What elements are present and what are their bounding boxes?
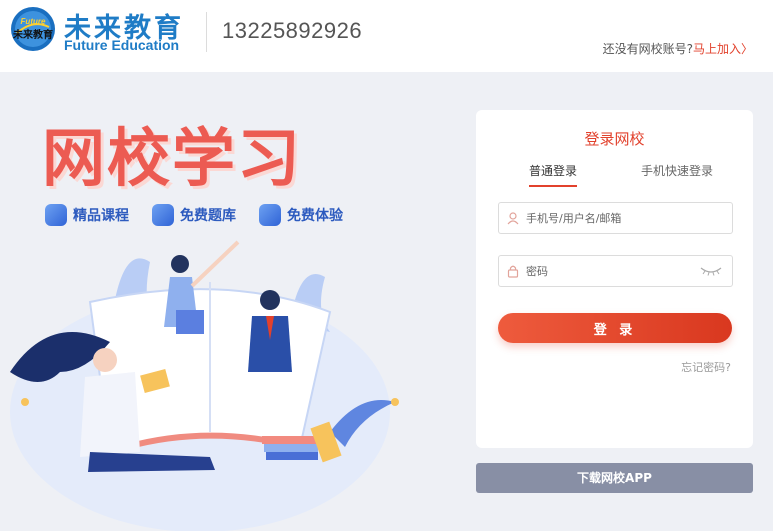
video-icon <box>45 204 67 226</box>
tab-phone-quick-login[interactable]: 手机快速登录 <box>641 162 713 179</box>
tab-normal-login[interactable]: 普通登录 <box>529 162 578 187</box>
username-input[interactable] <box>526 211 696 225</box>
feature-free-trial: 免费体验 <box>259 204 343 226</box>
future-education-logo-badge[interactable]: Future 未来教育 <box>8 5 58 53</box>
hero-title: 网校学习 <box>42 122 302 195</box>
logo-english-name[interactable]: Future Education <box>64 37 179 53</box>
forgot-password-link[interactable]: 忘记密码? <box>681 359 731 375</box>
eye-closed-icon[interactable] <box>700 266 722 276</box>
login-title: 登录网校 <box>584 130 645 148</box>
document-icon <box>152 204 174 226</box>
login-button[interactable]: 登 录 <box>498 313 732 343</box>
download-app-button[interactable]: 下载网校APP <box>476 463 753 493</box>
password-input[interactable] <box>526 264 696 278</box>
register-link[interactable]: 马上加入〉 <box>693 42 753 56</box>
user-icon <box>507 212 519 225</box>
feature-quality-courses: 精品课程 <box>45 204 129 226</box>
register-prompt: 还没有网校账号?马上加入〉 <box>603 40 753 57</box>
register-prompt-text: 还没有网校账号? <box>602 42 693 56</box>
hero-banner: 网校学习 精品课程 免费题库 免费体验 <box>0 72 460 531</box>
password-field[interactable] <box>498 255 733 287</box>
hotline-phone: 13225892926 <box>222 18 363 43</box>
header-divider <box>206 12 207 52</box>
feature-free-question-bank: 免费题库 <box>152 204 236 226</box>
lock-icon <box>507 265 519 278</box>
username-field[interactable] <box>498 202 733 234</box>
register-link-label: 马上加入 <box>692 42 741 56</box>
feature-label: 精品课程 <box>73 208 129 224</box>
top-header: Future 未来教育 未来教育 Future Education 132258… <box>0 0 773 72</box>
login-card: 登录网校 普通登录 手机快速登录 登 录 忘记密码? <box>476 110 753 448</box>
logo-badge-top-text: Future <box>21 17 46 26</box>
feature-label: 免费体验 <box>287 208 343 224</box>
feature-label: 免费题库 <box>180 208 236 224</box>
logo-badge-bottom-text: 未来教育 <box>12 28 53 41</box>
cloud-icon <box>259 204 281 226</box>
chevron-right-icon: 〉 <box>740 42 753 56</box>
